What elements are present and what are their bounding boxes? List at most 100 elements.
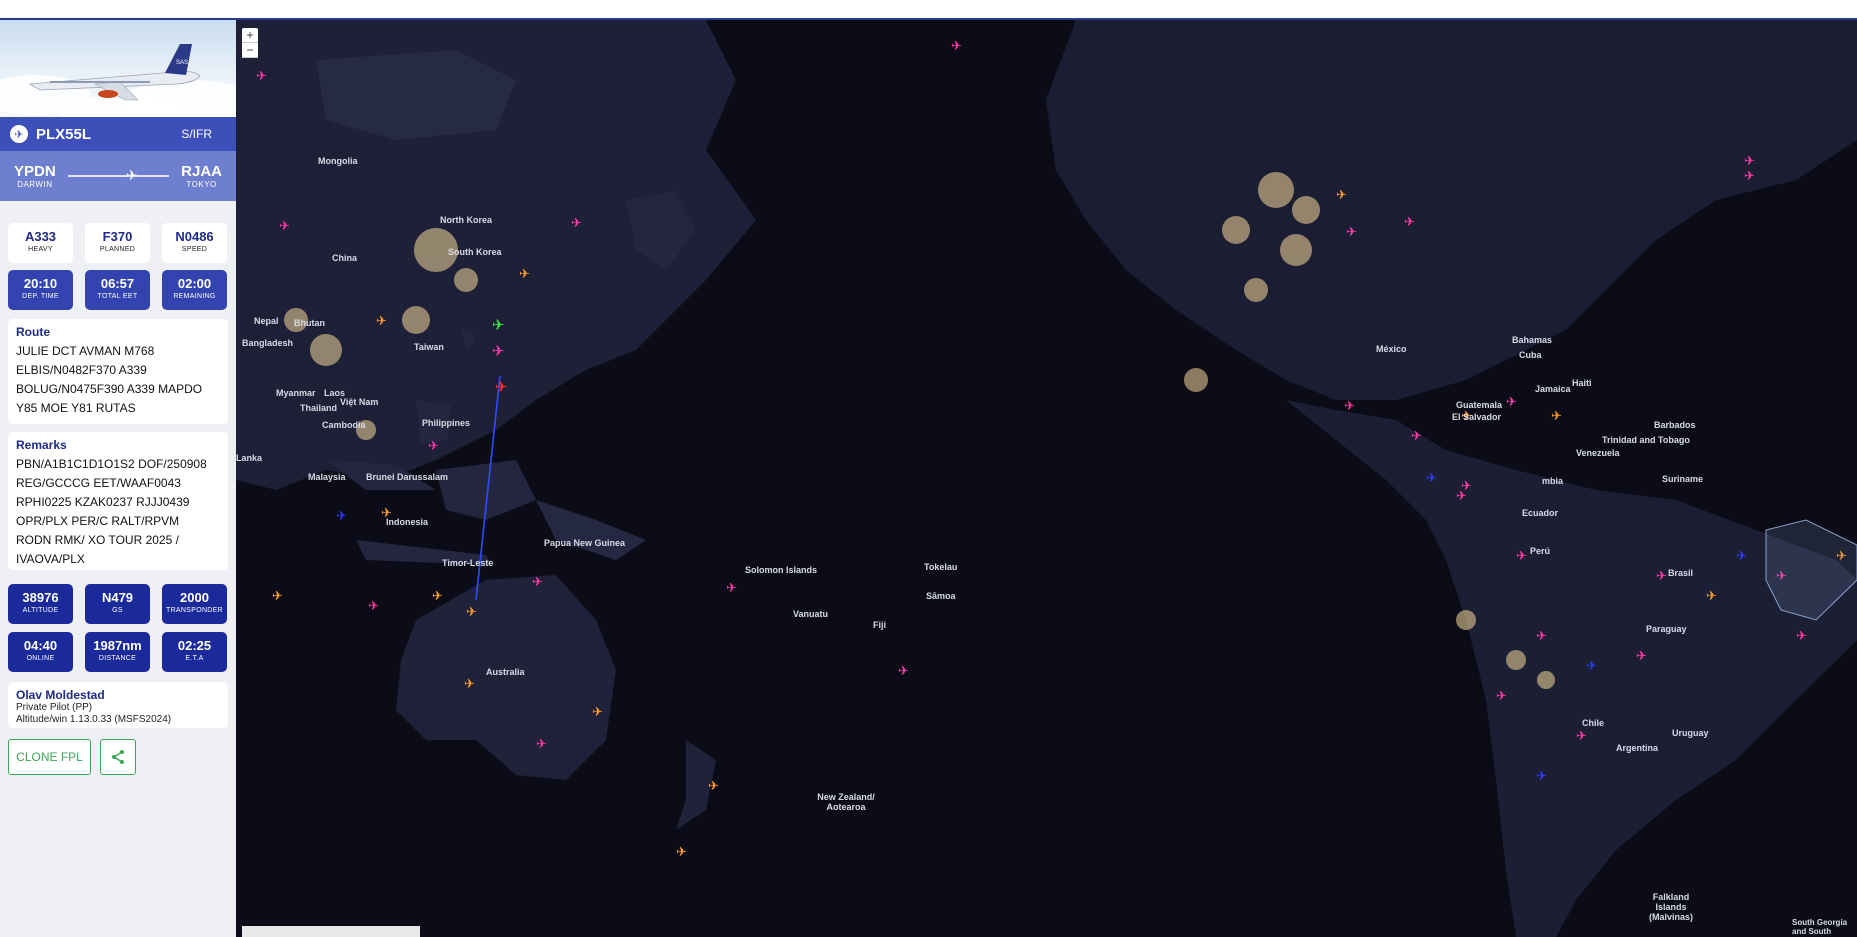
total-eet-label: TOTAL EET [97,293,138,300]
zoom-in-button[interactable]: + [242,28,258,43]
route-line: Y85 MOE Y81 RUTAS [16,401,136,415]
transponder-label: TRANSPONDER [166,607,223,614]
map-label: Bahamas [1512,335,1553,345]
total-eet-tile: 06:57 TOTAL EET [85,270,150,310]
map-label: Australia [486,667,525,677]
map-label: Cambodia [322,420,366,430]
svg-text:✈: ✈ [1506,395,1517,410]
arrival-icao: RJAA [181,163,222,180]
dep-time-label: DEP. TIME [22,293,59,300]
zoom-out-button[interactable]: − [242,43,258,58]
route-bar: YPDN DARWIN ✈ RJAA TOKYO [0,151,236,201]
transponder-tile: 2000 TRANSPONDER [162,584,227,624]
map-label: Jamaica [1535,384,1571,394]
share-icon [112,750,124,764]
svg-text:✈: ✈ [1346,225,1357,240]
remarks-line: REG/GCCCG EET/WAAF0043 [16,476,181,490]
remarks-line: RPHI0225 KZAK0237 RJJJ0439 [16,495,190,509]
svg-text:✈: ✈ [336,509,347,524]
map-label: Bangladesh [242,338,294,348]
share-button[interactable] [100,739,136,775]
map-label: Việt Nam [340,397,379,407]
departure-airport[interactable]: YPDN DARWIN [14,163,56,189]
aircraft-icon[interactable]: ✈ [492,316,505,334]
svg-text:✈: ✈ [1404,215,1415,230]
svg-text:✈: ✈ [726,581,737,596]
svg-text:✈: ✈ [432,589,443,604]
eta-value: 02:25 [177,638,212,653]
route-title: Route [16,325,50,339]
svg-text:✈: ✈ [1344,399,1355,414]
map-label: Brunei Darussalam [366,472,449,482]
png-land [536,500,646,560]
aircraft-type-value: A333 [24,229,57,244]
speed-value: N0486 [175,229,214,244]
arrival-airport[interactable]: RJAA TOKYO [181,163,222,189]
aircraft-info-tiles: A333 HEAVY F370 PLANNED N0486 SPEED [0,223,236,263]
map-label: Guatemala [1456,400,1503,410]
plane-icon: ✈ [10,125,28,143]
aircraft-icon[interactable]: ✈ [492,342,505,360]
map-label: North Korea [440,215,493,225]
svg-text:✈: ✈ [256,69,267,84]
svg-text:✈: ✈ [1496,689,1507,704]
aircraft-type-label: HEAVY [28,246,53,253]
ground-speed-label: GS [112,607,123,614]
map-label: Vanuatu [793,609,829,619]
svg-text:✈: ✈ [1744,154,1755,169]
map-label: Indonesia [386,517,429,527]
map-label: Solomon Islands [745,565,818,575]
remarks-card: Remarks PBN/A1B1C1D1O1S2 DOF/250908 REG/… [8,432,228,570]
svg-text:✈: ✈ [1536,769,1547,784]
route-plane-icon: ✈ [125,167,138,183]
remarks-line: IVAOVA/PLX [16,552,85,566]
map-label: Argentina [1616,743,1659,753]
pilot-name[interactable]: Olav Moldestad [16,688,220,702]
altitude-tile: 38976 ALTITUDE [8,584,73,624]
aircraft-type-tile: A333 HEAVY [8,223,73,263]
selected-aircraft-icon[interactable]: ✈ [495,378,508,396]
map-label: El Salvador [1452,412,1502,422]
dep-time-tile: 20:10 DEP. TIME [8,270,73,310]
planned-level-label: PLANNED [99,246,136,253]
map-label: México [1376,344,1407,354]
planned-level-tile: F370 PLANNED [85,223,150,263]
map-label: Sāmoa [926,591,956,601]
svg-text:✈: ✈ [272,589,283,604]
world-map[interactable]: ✈ ✈ ✈ ✈ ✈ ✈ ✈ ✈ ✈ ✈ ✈ ✈ ✈ ✈ ✈ ✈ ✈ ✈ ✈ ✈ … [236,20,1857,937]
svg-text:✈: ✈ [428,439,439,454]
map-label: Malaysia [308,472,346,482]
remaining-label: REMAINING [173,293,216,300]
svg-text:✈: ✈ [571,216,582,231]
svg-text:✈: ✈ [1796,629,1807,644]
svg-text:✈: ✈ [464,677,475,692]
eta-label: E.T.A [185,655,204,662]
live-tiles-top: 38976 ALTITUDE N479 GS 2000 TRANSPONDER [0,584,236,624]
map-label: South Georgia and South [1792,918,1848,936]
remarks-title: Remarks [16,438,67,452]
svg-text:SAS: SAS [176,60,188,66]
ground-speed-value: N479 [101,590,134,605]
svg-text:✈: ✈ [532,575,543,590]
map-label: Falkland Islands (Malvinas) [1648,892,1693,922]
eta-tile: 02:25 E.T.A [162,632,227,672]
departure-icao: YPDN [14,163,56,180]
svg-text:✈: ✈ [466,605,477,620]
svg-text:✈: ✈ [1706,589,1717,604]
map-label: Mongolia [318,156,358,166]
route-card: Route JULIE DCT AVMAN M768 ELBIS/N0482F3… [8,319,228,424]
map-label: Thailand [300,403,338,413]
map-label: Tokelau [924,562,958,572]
svg-text:✈: ✈ [951,39,962,54]
south-america-land [1286,400,1857,937]
clone-fpl-button[interactable]: CLONE FPL [8,739,91,775]
route-line: BOLUG/N0475F390 A339 MAPDO [16,382,203,396]
pilot-rating: Private Pilot (PP) [16,702,93,713]
map-label: Suriname [1662,474,1704,484]
total-eet-value: 06:57 [100,276,135,291]
map-label: Timor-Leste [442,558,494,568]
svg-text:✈: ✈ [1536,629,1547,644]
map-label: Paraguay [1646,624,1687,634]
remarks-line: RODN RMK/ XO TOUR 2025 / [16,533,179,547]
north-america-land [1046,20,1857,400]
